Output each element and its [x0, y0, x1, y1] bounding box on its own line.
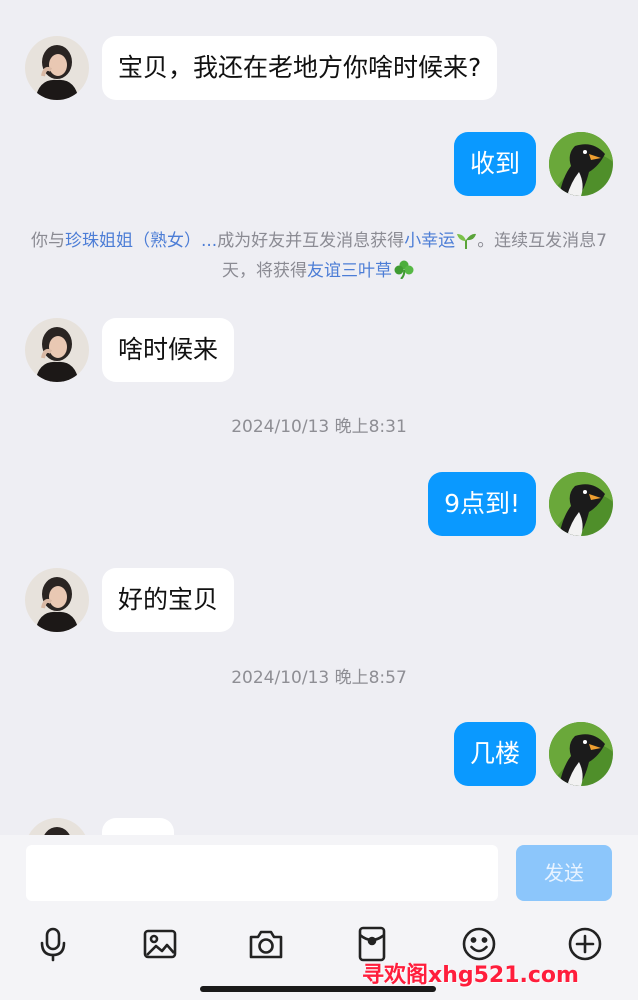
message-bubble[interactable]: 好的宝贝 [102, 568, 235, 632]
message-bubble[interactable]: 9点到! [428, 472, 536, 536]
contact-avatar[interactable] [25, 318, 89, 382]
clover-icon [392, 260, 416, 281]
friendship-reward-notice: 你与珍珠姐姐（熟女）...成为好友并互发消息获得小幸运 。连续互发消息7天，将获得… [30, 226, 608, 286]
composer-area: 发送 寻欢阁xhg521.com [0, 835, 638, 1000]
microphone-icon[interactable] [28, 919, 78, 969]
timestamp: 2024/10/13 晚上8:31 [231, 417, 407, 437]
self-avatar[interactable] [549, 722, 613, 786]
self-avatar[interactable] [549, 472, 613, 536]
reward-link-lucky[interactable]: 小幸运 [404, 231, 455, 251]
watermark-text: 寻欢阁xhg521.com [362, 963, 579, 988]
message-bubble-partial[interactable] [102, 818, 174, 835]
notice-text: 成为好友并互发消息获得 [217, 231, 405, 251]
message-bubble[interactable]: 啥时候来 [102, 318, 235, 382]
camera-icon[interactable] [241, 919, 291, 969]
chat-message-list[interactable]: 宝贝，我还在老地方你啥时候来? 收到 你与珍珠姐姐（熟女）...成为好友并互发消… [0, 0, 638, 835]
image-icon[interactable] [135, 919, 185, 969]
message-bubble[interactable]: 宝贝，我还在老地方你啥时候来? [102, 36, 498, 100]
timestamp: 2024/10/13 晚上8:57 [231, 668, 407, 688]
contact-avatar[interactable] [25, 36, 89, 100]
message-bubble[interactable]: 几楼 [453, 722, 536, 786]
friend-name-link[interactable]: 珍珠姐姐（熟女）... [65, 231, 217, 251]
notice-text: 你与 [30, 231, 65, 251]
message-bubble[interactable]: 收到 [453, 132, 536, 196]
contact-avatar[interactable] [25, 568, 89, 632]
send-button[interactable]: 发送 [516, 845, 612, 901]
message-input[interactable] [26, 845, 498, 901]
reward-link-clover[interactable]: 友谊三叶草 [307, 261, 392, 281]
contact-avatar[interactable] [25, 818, 89, 835]
sprout-icon [455, 231, 477, 251]
self-avatar[interactable] [549, 132, 613, 196]
home-indicator[interactable] [200, 986, 436, 992]
